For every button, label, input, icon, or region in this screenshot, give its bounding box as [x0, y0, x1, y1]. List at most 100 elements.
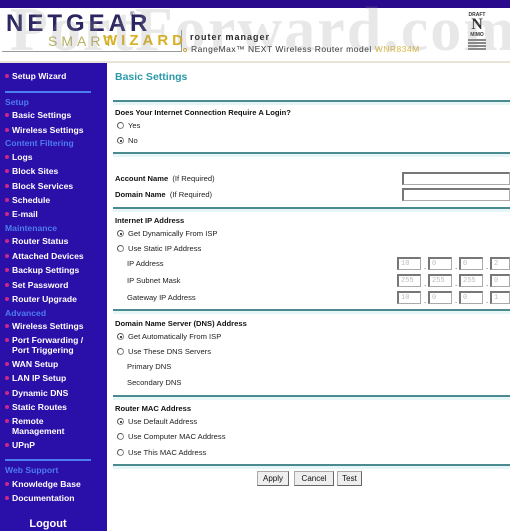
bullet-icon: [5, 404, 9, 409]
sidebar-item-set-password[interactable]: Set Password: [5, 280, 68, 290]
sidebar-item-logs[interactable]: Logs: [5, 152, 33, 162]
subnet-octet-2[interactable]: [428, 274, 452, 287]
radio-unchecked-icon: [117, 245, 124, 252]
sidebar-item-wan-setup[interactable]: WAN Setup: [5, 359, 58, 369]
sidebar-item-basic-settings[interactable]: Basic Settings: [5, 110, 71, 120]
bullet-icon: [5, 282, 9, 287]
sidebar-item-port-forwarding[interactable]: Port Forwarding / Port Triggering: [5, 335, 83, 355]
gateway-octet-2[interactable]: [428, 291, 452, 304]
ip-octet-4[interactable]: [490, 257, 510, 270]
bullet-icon: [5, 323, 9, 328]
ip-static-radio[interactable]: Use Static IP Address: [117, 244, 201, 253]
sidebar-item-router-status[interactable]: Router Status: [5, 236, 68, 246]
bullet-icon: [5, 481, 9, 486]
bullet-icon: [5, 418, 9, 423]
bullet-icon: [5, 337, 9, 342]
sidebar-item-static-routes[interactable]: Static Routes: [5, 402, 67, 412]
domain-name-input[interactable]: [402, 188, 510, 201]
radio-checked-icon: [117, 418, 124, 425]
sidebar-item-advanced-wireless-settings[interactable]: Wireless Settings: [5, 321, 84, 331]
bullet-icon: [5, 127, 9, 132]
test-button[interactable]: Test: [337, 471, 362, 486]
bullet-icon: [5, 154, 9, 159]
login-no-radio[interactable]: No: [117, 136, 138, 145]
mac-computer-radio[interactable]: Use Computer MAC Address: [117, 432, 226, 441]
sidebar-item-lan-ip-setup[interactable]: LAN IP Setup: [5, 373, 66, 383]
subnet-octet-4[interactable]: [490, 274, 510, 287]
mac-custom-radio[interactable]: Use This MAC Address: [117, 448, 206, 457]
subnet-octet-3[interactable]: [459, 274, 483, 287]
sidebar-section-web-support: Web Support: [5, 465, 59, 475]
section-divider: [113, 309, 510, 311]
gateway-octet-4[interactable]: [490, 291, 510, 304]
sidebar-section-setup: Setup: [5, 97, 29, 107]
sidebar-item-router-upgrade[interactable]: Router Upgrade: [5, 294, 77, 304]
apply-button[interactable]: Apply: [257, 471, 289, 486]
bullet-icon: [5, 442, 9, 447]
sidebar-item-knowledge-base[interactable]: Knowledge Base: [5, 479, 81, 489]
bullet-icon: [5, 296, 9, 301]
bullet-icon: [5, 168, 9, 173]
bullet-icon: [5, 73, 9, 78]
primary-dns-label: Primary DNS: [127, 362, 172, 371]
draft-n-badge: DRAFT N MIMO: [466, 12, 488, 58]
dns-manual-radio[interactable]: Use These DNS Servers: [117, 347, 211, 356]
product-tagline: RangeMax™ NEXT Wireless Router model WNR…: [183, 44, 420, 54]
main-content: Basic Settings Does Your Internet Connec…: [107, 63, 510, 531]
sidebar-item-dynamic-dns[interactable]: Dynamic DNS: [5, 388, 68, 398]
sidebar-item-attached-devices[interactable]: Attached Devices: [5, 251, 84, 261]
section-divider: [113, 152, 510, 154]
radio-unchecked-icon: [117, 348, 124, 355]
sidebar-item-remote-management[interactable]: Remote Management: [5, 416, 65, 436]
ip-address-label: IP Address: [127, 259, 164, 268]
sidebar-item-setup-wizard[interactable]: Setup Wizard: [5, 71, 66, 81]
sidebar-section-content-filtering: Content Filtering: [5, 138, 74, 148]
ip-octet-3[interactable]: [459, 257, 483, 270]
ip-dynamic-radio[interactable]: Get Dynamically From ISP: [117, 229, 217, 238]
subnet-mask-label: IP Subnet Mask: [127, 276, 181, 285]
sidebar-item-backup-settings[interactable]: Backup Settings: [5, 265, 79, 275]
bullet-icon: [5, 253, 9, 258]
radio-unchecked-icon: [117, 433, 124, 440]
tagline-text: RangeMax™ NEXT Wireless Router model: [191, 44, 372, 54]
sidebar-item-upnp[interactable]: UPnP: [5, 440, 35, 450]
dns-heading: Domain Name Server (DNS) Address: [115, 319, 247, 328]
bullet-ring-icon: [183, 47, 187, 52]
bullet-icon: [5, 211, 9, 216]
ip-octet-1[interactable]: [397, 257, 421, 270]
radio-checked-icon: [117, 137, 124, 144]
gateway-ip-label: Gateway IP Address: [127, 293, 196, 302]
bullet-icon: [5, 375, 9, 380]
sidebar-item-schedule[interactable]: Schedule: [5, 195, 50, 205]
bullet-icon: [5, 183, 9, 188]
ip-octet-2[interactable]: [428, 257, 452, 270]
page-title: Basic Settings: [115, 71, 188, 83]
dns-auto-radio[interactable]: Get Automatically From ISP: [117, 332, 221, 341]
badge-mimo-text: MIMO: [470, 32, 484, 38]
login-question: Does Your Internet Connection Require A …: [115, 108, 291, 117]
bullet-icon: [5, 197, 9, 202]
gateway-octet-3[interactable]: [459, 291, 483, 304]
login-yes-radio[interactable]: Yes: [117, 121, 140, 130]
sidebar-divider: [5, 91, 91, 93]
radio-unchecked-icon: [117, 122, 124, 129]
model-number: WNR834M: [374, 44, 420, 54]
badge-fineprint: [466, 39, 488, 50]
sidebar-item-block-services[interactable]: Block Services: [5, 181, 73, 191]
subnet-octet-1[interactable]: [397, 274, 421, 287]
sidebar-item-wireless-settings[interactable]: Wireless Settings: [5, 125, 84, 135]
mac-default-radio[interactable]: Use Default Address: [117, 417, 197, 426]
header-top-bar: [0, 0, 510, 8]
sidebar-item-documentation[interactable]: Documentation: [5, 493, 75, 503]
wizard-wordmark: WIZARD: [103, 32, 187, 49]
account-name-input[interactable]: [402, 172, 510, 185]
gateway-octet-1[interactable]: [397, 291, 421, 304]
account-name-label: Account Name (If Required): [115, 174, 215, 183]
cancel-button[interactable]: Cancel: [294, 471, 334, 486]
bullet-icon: [5, 112, 9, 117]
sidebar-item-block-sites[interactable]: Block Sites: [5, 166, 58, 176]
logout-link[interactable]: Logout: [0, 518, 96, 530]
secondary-dns-label: Secondary DNS: [127, 378, 182, 387]
sidebar-item-email[interactable]: E-mail: [5, 209, 38, 219]
bullet-icon: [5, 390, 9, 395]
